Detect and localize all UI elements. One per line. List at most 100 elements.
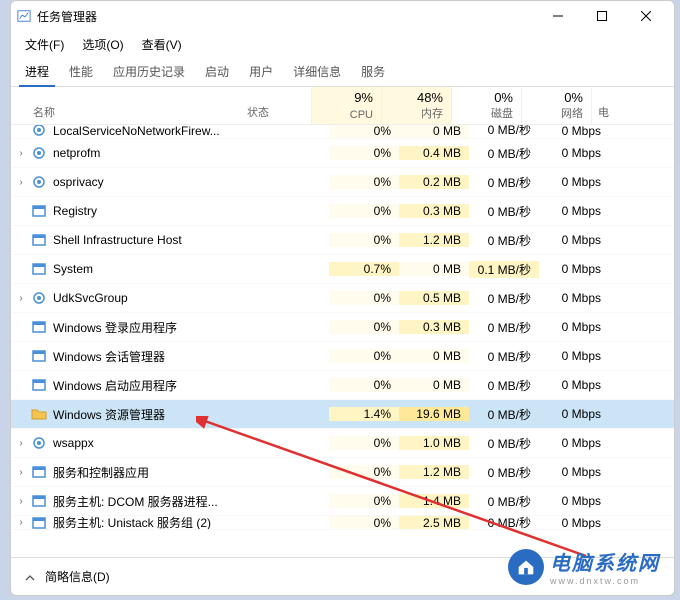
task-manager-window: 任务管理器 文件(F) 选项(O) 查看(V) 进程性能应用历史记录启动用户详细… xyxy=(10,0,675,596)
tab-2[interactable]: 应用历史记录 xyxy=(103,57,195,86)
logo-subtext: www.dnxtw.com xyxy=(550,576,660,586)
column-headers: 名称 状态 9%CPU 48%内存 0%磁盘 0%网络 电 xyxy=(11,87,674,125)
process-name: netprofm xyxy=(53,146,259,160)
net-cell: 0 Mbps xyxy=(539,320,609,334)
process-row[interactable]: LocalServiceNoNetworkFirew...0%0 MB0 MB/… xyxy=(11,125,674,139)
process-icon xyxy=(31,406,47,422)
process-row[interactable]: ›服务和控制器应用0%1.2 MB0 MB/秒0 Mbps xyxy=(11,458,674,487)
process-row[interactable]: Windows 会话管理器0%0 MB0 MB/秒0 Mbps xyxy=(11,342,674,371)
process-icon xyxy=(31,377,47,393)
tab-0[interactable]: 进程 xyxy=(15,57,59,86)
mem-cell: 0.3 MB xyxy=(399,204,469,218)
process-icon xyxy=(31,261,47,277)
process-row[interactable]: ›netprofm0%0.4 MB0 MB/秒0 Mbps xyxy=(11,139,674,168)
mem-cell: 1.2 MB xyxy=(399,465,469,479)
header-status[interactable]: 状态 xyxy=(241,87,311,124)
expand-toggle[interactable]: › xyxy=(11,496,31,507)
menu-file[interactable]: 文件(F) xyxy=(17,32,72,57)
header-network[interactable]: 0%网络 xyxy=(521,87,591,124)
menu-bar: 文件(F) 选项(O) 查看(V) xyxy=(11,31,674,57)
close-button[interactable] xyxy=(624,2,668,30)
net-cell: 0 Mbps xyxy=(539,175,609,189)
expand-toggle[interactable]: › xyxy=(11,438,31,449)
chevron-up-icon[interactable] xyxy=(25,570,37,584)
net-cell: 0 Mbps xyxy=(539,494,609,508)
process-row[interactable]: System0.7%0 MB0.1 MB/秒0 Mbps xyxy=(11,255,674,284)
disk-cell: 0 MB/秒 xyxy=(469,203,539,220)
process-icon xyxy=(31,516,47,530)
process-row[interactable]: Windows 资源管理器1.4%19.6 MB0 MB/秒0 Mbps xyxy=(11,400,674,429)
mem-cell: 2.5 MB xyxy=(399,516,469,530)
cpu-cell: 0% xyxy=(329,233,399,247)
header-memory[interactable]: 48%内存 xyxy=(381,87,451,124)
menu-options[interactable]: 选项(O) xyxy=(74,32,131,57)
tab-1[interactable]: 性能 xyxy=(59,57,103,86)
title-bar[interactable]: 任务管理器 xyxy=(11,1,674,31)
tab-6[interactable]: 服务 xyxy=(351,57,395,86)
header-extra[interactable]: 电 xyxy=(591,87,615,124)
process-icon xyxy=(31,232,47,248)
net-cell: 0 Mbps xyxy=(539,125,609,138)
disk-cell: 0 MB/秒 xyxy=(469,319,539,336)
logo-text: 电脑系统网 xyxy=(550,547,660,576)
process-name: LocalServiceNoNetworkFirew... xyxy=(53,125,259,138)
net-cell: 0 Mbps xyxy=(539,204,609,218)
process-row[interactable]: ›osprivacy0%0.2 MB0 MB/秒0 Mbps xyxy=(11,168,674,197)
process-icon xyxy=(31,319,47,335)
expand-toggle[interactable]: › xyxy=(11,517,31,528)
mem-cell: 0.3 MB xyxy=(399,320,469,334)
net-cell: 0 Mbps xyxy=(539,233,609,247)
fewer-details-link[interactable]: 简略信息(D) xyxy=(45,568,110,585)
disk-cell: 0 MB/秒 xyxy=(469,145,539,162)
process-row[interactable]: Registry 0%0.3 MB0 MB/秒0 Mbps xyxy=(11,197,674,226)
cpu-cell: 0% xyxy=(329,204,399,218)
disk-cell: 0 MB/秒 xyxy=(469,348,539,365)
cpu-cell: 0% xyxy=(329,436,399,450)
app-icon xyxy=(17,9,31,23)
disk-cell: 0 MB/秒 xyxy=(469,435,539,452)
process-row[interactable]: ›wsappx0%1.0 MB0 MB/秒0 Mbps xyxy=(11,429,674,458)
tab-3[interactable]: 启动 xyxy=(195,57,239,86)
window-title: 任务管理器 xyxy=(37,8,97,25)
expand-toggle[interactable]: › xyxy=(11,148,31,159)
tab-5[interactable]: 详细信息 xyxy=(283,57,351,86)
minimize-button[interactable] xyxy=(536,2,580,30)
net-cell: 0 Mbps xyxy=(539,291,609,305)
mem-cell: 0 MB xyxy=(399,125,469,138)
process-icon xyxy=(31,174,47,190)
cpu-cell: 0.7% xyxy=(329,262,399,276)
process-list[interactable]: LocalServiceNoNetworkFirew...0%0 MB0 MB/… xyxy=(11,125,674,557)
mem-cell: 1.4 MB xyxy=(399,494,469,508)
process-row[interactable]: Windows 启动应用程序0%0 MB0 MB/秒0 Mbps xyxy=(11,371,674,400)
process-row[interactable]: ›服务主机: Unistack 服务组 (2)0%2.5 MB0 MB/秒0 M… xyxy=(11,516,674,530)
tab-4[interactable]: 用户 xyxy=(239,57,283,86)
header-name[interactable]: 名称 xyxy=(11,87,241,124)
net-cell: 0 Mbps xyxy=(539,378,609,392)
process-row[interactable]: Windows 登录应用程序0%0.3 MB0 MB/秒0 Mbps xyxy=(11,313,674,342)
expand-toggle[interactable]: › xyxy=(11,293,31,304)
watermark-logo: 电脑系统网 www.dnxtw.com xyxy=(508,547,660,586)
logo-house-icon xyxy=(508,549,544,585)
expand-toggle[interactable]: › xyxy=(11,467,31,478)
process-name: Registry xyxy=(53,204,259,218)
process-name: 服务主机: DCOM 服务器进程... xyxy=(53,493,259,510)
process-row[interactable]: Shell Infrastructure Host0%1.2 MB0 MB/秒0… xyxy=(11,226,674,255)
expand-toggle[interactable]: › xyxy=(11,177,31,188)
disk-cell: 0 MB/秒 xyxy=(469,493,539,510)
cpu-cell: 0% xyxy=(329,125,399,138)
disk-cell: 0.1 MB/秒 xyxy=(469,261,539,278)
process-row[interactable]: ›服务主机: DCOM 服务器进程...0%1.4 MB0 MB/秒0 Mbps xyxy=(11,487,674,516)
process-row[interactable]: ›UdkSvcGroup0%0.5 MB0 MB/秒0 Mbps xyxy=(11,284,674,313)
disk-cell: 0 MB/秒 xyxy=(469,406,539,423)
process-name: Shell Infrastructure Host xyxy=(53,233,259,247)
menu-view[interactable]: 查看(V) xyxy=(134,32,190,57)
header-disk[interactable]: 0%磁盘 xyxy=(451,87,521,124)
net-cell: 0 Mbps xyxy=(539,349,609,363)
process-name: System xyxy=(53,262,259,276)
mem-cell: 0.4 MB xyxy=(399,146,469,160)
process-name: 服务主机: Unistack 服务组 (2) xyxy=(53,516,259,530)
maximize-button[interactable] xyxy=(580,2,624,30)
header-cpu[interactable]: 9%CPU xyxy=(311,87,381,124)
process-name: Windows 登录应用程序 xyxy=(53,319,259,336)
tab-bar: 进程性能应用历史记录启动用户详细信息服务 xyxy=(11,57,674,87)
